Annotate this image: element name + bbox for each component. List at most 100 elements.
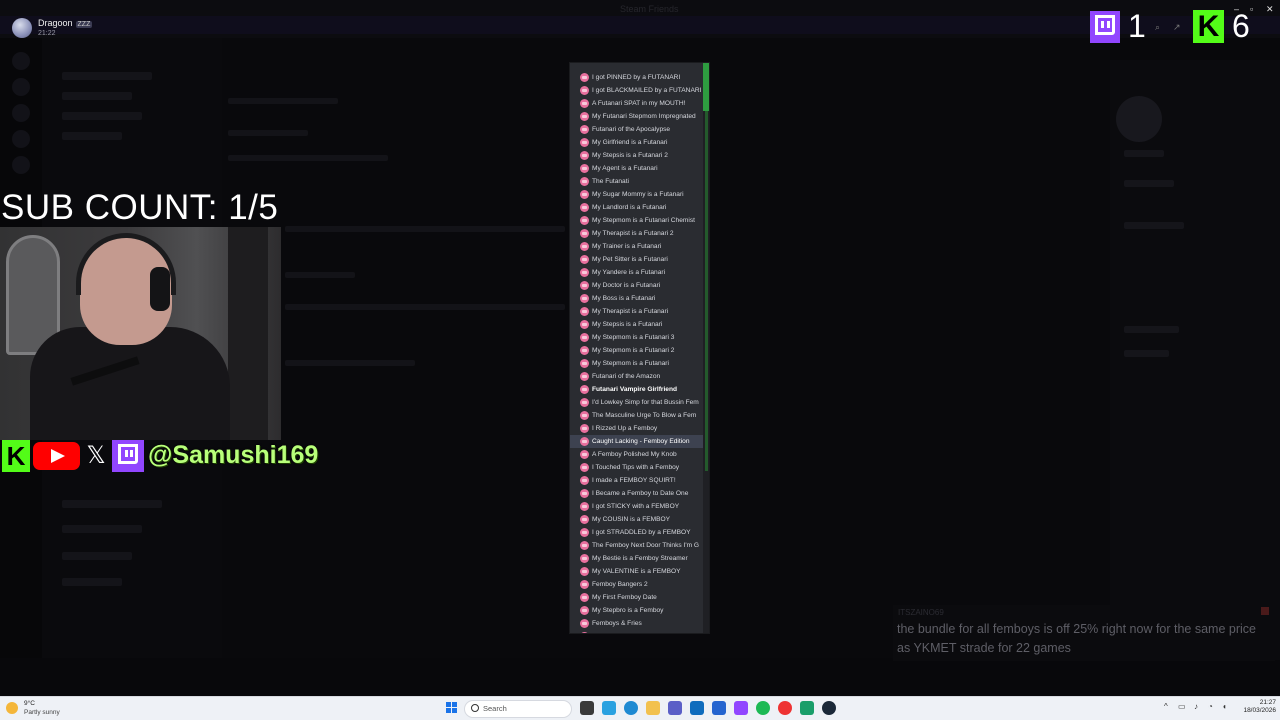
library-game-item[interactable]: My First Femboy Date: [570, 591, 704, 604]
library-game-item[interactable]: I got PINNED by a FUTANARI: [570, 71, 704, 84]
channel-item[interactable]: [62, 132, 122, 140]
library-game-item[interactable]: I got BLACKMAILED by a FUTANARI: [570, 84, 704, 97]
teams-icon[interactable]: [668, 701, 682, 715]
scrollbar[interactable]: [703, 63, 709, 633]
library-game-item[interactable]: I'd Lowkey Simp for that Bussin Fem: [570, 396, 704, 409]
search-icon[interactable]: ⌕: [1155, 22, 1160, 33]
channel-item[interactable]: [62, 112, 142, 120]
library-game-item[interactable]: My Girlfriend is a Futanari: [570, 136, 704, 149]
channel-item[interactable]: [62, 500, 162, 508]
obs-icon[interactable]: [778, 701, 792, 715]
mic-icon[interactable]: ♪: [1194, 702, 1198, 711]
library-game-item[interactable]: Futanari Vampire Girlfriend: [570, 383, 704, 396]
server-icon[interactable]: [12, 104, 30, 122]
forward-icon[interactable]: ↗: [1173, 22, 1181, 33]
server-icon[interactable]: [12, 52, 30, 70]
library-game-item[interactable]: My Bestie is a Femboy Streamer: [570, 552, 704, 565]
network-icon[interactable]: ▭: [1178, 702, 1186, 711]
spotify-icon[interactable]: [756, 701, 770, 715]
library-game-item[interactable]: My Trainer is a Futanari: [570, 240, 704, 253]
member-item[interactable]: [1124, 180, 1174, 187]
word-icon[interactable]: [712, 701, 726, 715]
member-item[interactable]: [1124, 326, 1179, 333]
member-item[interactable]: [1124, 350, 1169, 357]
task-view-icon[interactable]: [580, 701, 594, 715]
game-icon: [580, 489, 589, 498]
library-game-item[interactable]: My Stepsis is a Futanari 2: [570, 149, 704, 162]
library-game-item[interactable]: Futanari of the Apocalypse: [570, 123, 704, 136]
taskbar-search[interactable]: Search: [464, 700, 572, 718]
volume-icon[interactable]: ◖: [1222, 702, 1227, 711]
library-game-item[interactable]: Caught Lacking - Femboy Edition: [570, 435, 704, 448]
steam-icon[interactable]: [822, 701, 836, 715]
clock[interactable]: 21:27 18/03/2026: [1236, 699, 1276, 714]
library-game-item[interactable]: I Became a Femboy to Date One: [570, 487, 704, 500]
game-title: My Sugar Mommy is a Futanari: [592, 191, 684, 198]
sub-count: SUB COUNT: 1/5: [1, 188, 279, 227]
kick-icon: K: [1193, 10, 1224, 43]
chat-notification[interactable]: ITSZAINO69 the bundle for all femboys is…: [893, 605, 1275, 661]
wifi-icon[interactable]: ◔: [1208, 702, 1213, 711]
library-game-item[interactable]: My Stepmom is a Futanari: [570, 357, 704, 370]
channel-item[interactable]: [62, 552, 132, 560]
channel-item[interactable]: [62, 92, 132, 100]
library-game-item[interactable]: My Doctor is a Futanari: [570, 279, 704, 292]
library-game-item[interactable]: My Stepbro is a Femboy: [570, 604, 704, 617]
library-game-item[interactable]: I got STICKY with a FEMBOY: [570, 500, 704, 513]
member-item[interactable]: [1124, 150, 1164, 157]
windows-start-icon[interactable]: [446, 702, 458, 714]
minimize-icon[interactable]: –: [1234, 4, 1239, 14]
server-icon[interactable]: [12, 130, 30, 148]
library-game-item[interactable]: The Futanati: [570, 175, 704, 188]
close-icon[interactable]: [1261, 607, 1269, 615]
library-game-item[interactable]: A Femboy Polished My Knob: [570, 448, 704, 461]
library-game-item[interactable]: My VALENTINE is a FEMBOY: [570, 565, 704, 578]
library-game-item[interactable]: I made a FEMBOY SQUIRT!: [570, 474, 704, 487]
library-game-item[interactable]: Femboy Bangers 2: [570, 578, 704, 591]
library-game-item[interactable]: My Yandere is a Futanari: [570, 266, 704, 279]
copilot-icon[interactable]: [602, 701, 616, 715]
library-game-item[interactable]: My Sugar Mommy is a Futanari: [570, 188, 704, 201]
server-icon[interactable]: [12, 78, 30, 96]
channel-item[interactable]: [62, 578, 122, 586]
library-game-item[interactable]: Futanari of the Amazon: [570, 370, 704, 383]
library-game-item[interactable]: Femboy Fantasy: [570, 630, 704, 633]
edge-icon[interactable]: [624, 701, 638, 715]
library-game-item[interactable]: The Masculine Urge To Blow a Fem: [570, 409, 704, 422]
library-list-panel: I got PINNED by a FUTANARI I got BLACKMAI…: [569, 62, 710, 634]
library-game-item[interactable]: My Stepmom is a Futanari 2: [570, 344, 704, 357]
close-icon[interactable]: ✕: [1266, 4, 1274, 15]
library-game-item[interactable]: I Touched Tips with a Femboy: [570, 461, 704, 474]
weather-temp: 9°C: [24, 700, 35, 707]
library-game-item[interactable]: My Pet Sitter is a Futanari: [570, 253, 704, 266]
store-icon[interactable]: [690, 701, 704, 715]
maximize-icon[interactable]: ▫: [1250, 4, 1253, 14]
app-icon[interactable]: [800, 701, 814, 715]
server-icon[interactable]: [12, 156, 30, 174]
library-game-item[interactable]: Femboys & Fries: [570, 617, 704, 630]
library-game-item[interactable]: My Boss is a Futanari: [570, 292, 704, 305]
member-item[interactable]: [1124, 222, 1184, 229]
game-title: My Yandere is a Futanari: [592, 269, 666, 276]
library-game-item[interactable]: A Futanari SPAT in my MOUTH!: [570, 97, 704, 110]
library-game-item[interactable]: My Futanari Stepmom Impregnated: [570, 110, 704, 123]
library-game-item[interactable]: The Femboy Next Door Thinks I'm G: [570, 539, 704, 552]
channel-item[interactable]: [62, 525, 142, 533]
scrollbar-thumb[interactable]: [703, 63, 709, 111]
twitch-app-icon[interactable]: [734, 701, 748, 715]
library-game-item[interactable]: My Stepsis is a Futanari: [570, 318, 704, 331]
library-game-item[interactable]: My Stepmom is a Futanari Chemist: [570, 214, 704, 227]
library-game-item[interactable]: My Stepmom is a Futanari 3: [570, 331, 704, 344]
library-game-item[interactable]: I got STRADDLED by a FEMBOY: [570, 526, 704, 539]
library-game-item[interactable]: My Agent is a Futanari: [570, 162, 704, 175]
library-game-item[interactable]: My Therapist is a Futanari: [570, 305, 704, 318]
library-game-item[interactable]: My Landlord is a Futanari: [570, 201, 704, 214]
channel-item[interactable]: [62, 72, 152, 80]
game-title: My Stepmom is a Futanari 3: [592, 334, 675, 341]
library-game-item[interactable]: I Rizzed Up a Femboy: [570, 422, 704, 435]
chevron-up-icon[interactable]: ^: [1164, 702, 1168, 711]
file-explorer-icon[interactable]: [646, 701, 660, 715]
library-game-item[interactable]: My Therapist is a Futanari 2: [570, 227, 704, 240]
game-title: I Touched Tips with a Femboy: [592, 464, 680, 471]
library-game-item[interactable]: My COUSIN is a FEMBOY: [570, 513, 704, 526]
